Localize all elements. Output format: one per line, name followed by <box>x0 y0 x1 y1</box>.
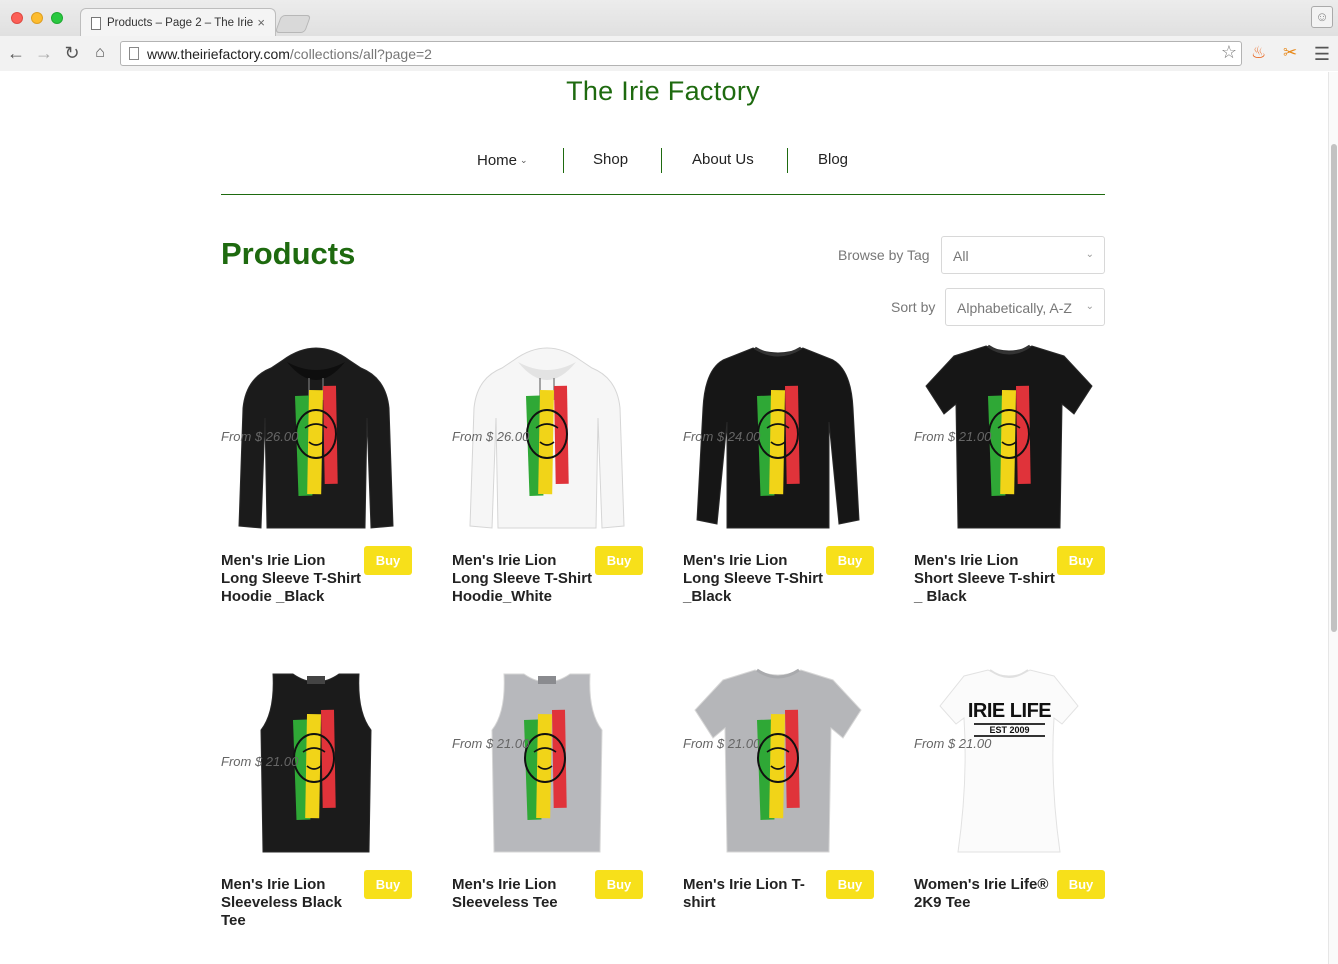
buy-button[interactable]: Buy <box>595 546 643 575</box>
page-scrollbar[interactable] <box>1328 72 1338 964</box>
buy-button[interactable]: Buy <box>826 870 874 899</box>
nav-item-home[interactable]: Home ⌄ <box>477 148 528 172</box>
chevron-down-icon: ⌄ <box>520 155 528 165</box>
product-name[interactable]: Men's Irie Lion Sleeveless Tee <box>452 876 594 912</box>
bookmark-star-icon[interactable]: ☆ <box>1221 42 1237 63</box>
print-subtext: EST 2009 <box>974 723 1045 737</box>
browser-toolbar: ← → ↻ ⌂ www.theiriefactory.com/collectio… <box>0 36 1338 71</box>
product-image[interactable]: IRIE LIFE EST 2009 <box>914 662 1105 857</box>
product-name[interactable]: Men's Irie Lion Short Sleeve T-shirt _ B… <box>914 552 1056 606</box>
buy-button[interactable]: Buy <box>364 870 412 899</box>
product-price: From $ 21.00 <box>683 736 761 751</box>
page-icon <box>129 47 139 60</box>
nav-item-shop[interactable]: Shop <box>593 148 628 172</box>
site-logo-title[interactable]: The Irie Factory <box>0 76 1326 107</box>
nav-divider <box>661 148 662 173</box>
nav-divider-rule <box>221 194 1105 195</box>
profile-icon[interactable]: ☺ <box>1311 6 1333 28</box>
product-name[interactable]: Women's Irie Life® 2K9 Tee <box>914 876 1056 912</box>
browse-by-tag-label: Browse by Tag <box>838 247 930 263</box>
tab-close-icon[interactable]: × <box>257 15 265 30</box>
window-minimize-button[interactable] <box>31 12 43 24</box>
nav-item-about-us[interactable]: About Us <box>692 148 754 172</box>
product-image[interactable] <box>683 662 874 857</box>
product-price: From $ 21.00 <box>914 429 992 444</box>
product-name[interactable]: Men's Irie Lion Long Sleeve T-Shirt Hood… <box>221 552 363 606</box>
buy-button[interactable]: Buy <box>364 546 412 575</box>
title-bar: Products – Page 2 – The Irie Factory × ☺ <box>0 0 1338 37</box>
product-image[interactable] <box>452 662 643 857</box>
print-text: IRIE LIFE <box>967 700 1052 722</box>
back-arrow-icon[interactable]: ← <box>4 41 28 65</box>
buy-button[interactable]: Buy <box>1057 870 1105 899</box>
buy-button[interactable]: Buy <box>826 546 874 575</box>
chevron-down-icon: ⌄ <box>1085 301 1094 312</box>
nav-item-blog[interactable]: Blog <box>818 148 848 172</box>
product-name[interactable]: Men's Irie Lion Long Sleeve T-Shirt _Bla… <box>683 552 825 606</box>
web-page: The Irie Factory Home ⌄ Shop About Us Blo… <box>0 72 1328 964</box>
nav-divider <box>563 148 564 173</box>
nav-home-label: Home <box>477 152 518 169</box>
product-price: From $ 26.00 <box>221 429 299 444</box>
product-price: From $ 21.00 <box>914 736 992 751</box>
product-name[interactable]: Men's Irie Lion Sleeveless Black Tee <box>221 876 363 930</box>
reload-icon[interactable]: ↻ <box>60 41 84 65</box>
tab-title: Products – Page 2 – The Irie Factory <box>107 17 255 29</box>
browser-tab-active[interactable]: Products – Page 2 – The Irie Factory × <box>80 8 276 37</box>
scrollbar-thumb[interactable] <box>1331 144 1337 632</box>
buy-button[interactable]: Buy <box>595 870 643 899</box>
product-price: From $ 21.00 <box>452 736 530 751</box>
window-maximize-button[interactable] <box>51 12 63 24</box>
product-name[interactable]: Men's Irie Lion Long Sleeve T-Shirt Hood… <box>452 552 594 606</box>
chevron-down-icon: ⌄ <box>1085 249 1094 260</box>
nav-divider <box>787 148 788 173</box>
product-price: From $ 26.00 <box>452 429 530 444</box>
browse-by-tag-value: All <box>953 248 969 264</box>
product-price: From $ 21.00 <box>221 754 299 769</box>
sort-by-value: Alphabetically, A-Z <box>957 300 1072 316</box>
browse-by-tag-select[interactable]: All ⌄ <box>941 236 1105 274</box>
browser-chrome: Products – Page 2 – The Irie Factory × ☺… <box>0 0 1338 71</box>
buy-button[interactable]: Buy <box>1057 546 1105 575</box>
sort-by-label: Sort by <box>891 299 936 315</box>
page-icon <box>91 17 101 30</box>
browser-menu-icon[interactable]: ☰ <box>1314 44 1330 65</box>
forward-arrow-icon[interactable]: → <box>32 41 56 65</box>
flame-extension-icon[interactable]: ♨ <box>1251 43 1266 63</box>
new-tab-button[interactable] <box>274 15 312 33</box>
page-title: Products <box>221 236 356 271</box>
scissors-extension-icon[interactable]: ✂ <box>1283 43 1297 63</box>
url-text[interactable]: www.theiriefactory.com/collections/all?p… <box>147 46 432 62</box>
address-bar[interactable]: www.theiriefactory.com/collections/all?p… <box>120 41 1242 66</box>
url-path: /collections/all?page=2 <box>289 46 432 62</box>
home-icon[interactable]: ⌂ <box>88 41 112 65</box>
window-close-button[interactable] <box>11 12 23 24</box>
product-name[interactable]: Men's Irie Lion T-shirt <box>683 876 825 912</box>
main-navigation: Home ⌄ Shop About Us Blog <box>221 148 1105 173</box>
url-host: www.theiriefactory.com <box>147 46 290 62</box>
sort-by-select[interactable]: Alphabetically, A-Z ⌄ <box>945 288 1105 326</box>
product-price: From $ 24.00 <box>683 429 761 444</box>
